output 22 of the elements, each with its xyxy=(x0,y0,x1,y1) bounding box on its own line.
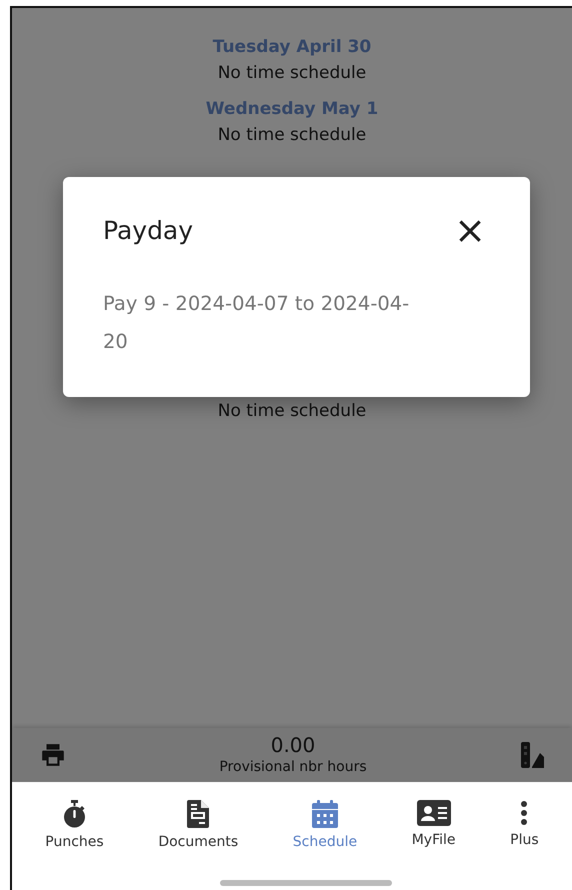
nav-tab[interactable]: Documents xyxy=(154,792,242,850)
close-button[interactable]: × xyxy=(450,215,490,245)
calendar-icon xyxy=(312,800,338,828)
schedule-note: No time schedule xyxy=(218,62,366,85)
nav-tab[interactable]: Schedule xyxy=(288,792,362,850)
printer-icon[interactable] xyxy=(40,742,66,768)
id-card-icon xyxy=(416,800,451,826)
day-heading: Tuesday April 30 xyxy=(212,36,372,59)
nav-tab[interactable]: Plus xyxy=(506,792,543,848)
dialog-title: Payday xyxy=(103,216,194,244)
schedule-note: No time schedule xyxy=(218,400,366,423)
document-icon xyxy=(187,800,210,828)
stopwatch-icon xyxy=(62,800,86,828)
hours-value: 0.00 xyxy=(270,733,316,757)
swatch-icon[interactable] xyxy=(520,741,544,769)
dialog-text: Pay 9 - 2024-04-07 to 2024-04-20 xyxy=(103,291,410,355)
nav-tab[interactable]: Punches xyxy=(41,792,108,850)
schedule-note: No time schedule xyxy=(218,124,366,147)
nav-tab[interactable]: MyFile xyxy=(408,792,460,848)
hours-label: Provisional nbr hours xyxy=(219,758,367,777)
day-heading: Wednesday May 1 xyxy=(206,98,378,121)
more-icon xyxy=(520,800,528,826)
